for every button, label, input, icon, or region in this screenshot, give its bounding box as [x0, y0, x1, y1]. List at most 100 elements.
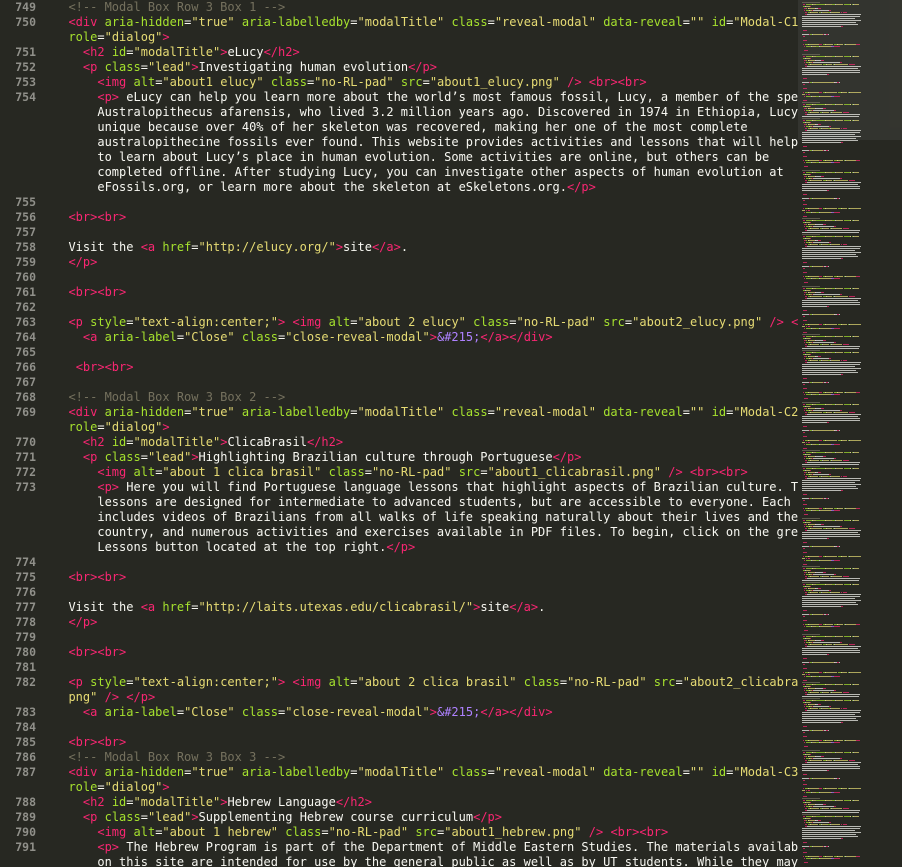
- code-line[interactable]: 752 <p class="lead">Investigating human …: [0, 60, 798, 75]
- minimap-stroke: [803, 316, 806, 317]
- code-line[interactable]: 764 <a aria-label="Close" class="close-r…: [0, 330, 798, 345]
- code-token: aria-labelledby: [241, 405, 351, 419]
- minimap-stroke: [825, 324, 838, 325]
- minimap-stroke: [819, 394, 831, 395]
- code-line[interactable]: 783 <a aria-label="Close" class="close-r…: [0, 705, 798, 720]
- code-editor[interactable]: 749 <!-- Modal Box Row 3 Box 1 --> 750 <d…: [0, 0, 798, 867]
- minimap-stroke: [816, 236, 825, 237]
- code-line[interactable]: 779: [0, 630, 798, 645]
- minimap-stroke: [803, 620, 808, 621]
- minimap-stroke: [802, 188, 860, 189]
- code-line[interactable]: 790 <img alt="about 1 hebrew" class="no-…: [0, 825, 798, 840]
- minimap-stroke: [835, 636, 844, 637]
- code-line[interactable]: 765: [0, 345, 798, 360]
- code-line[interactable]: 763 <p style="text-align:center;"> <img …: [0, 315, 798, 330]
- minimap-stroke: [834, 96, 840, 97]
- minimap-stroke: [810, 686, 811, 687]
- minimap-stroke: [853, 352, 860, 353]
- code-line[interactable]: 781: [0, 660, 798, 675]
- code-line[interactable]: 791 <p> The Hebrew Program is part of th…: [0, 840, 798, 867]
- minimap-stroke: [813, 778, 834, 779]
- code-line[interactable]: 787 <div aria-hidden="true" aria-labelle…: [0, 765, 798, 795]
- code-line[interactable]: 775 <br><br>: [0, 570, 798, 585]
- code-line[interactable]: 754 <p> eLucy can help you learn more ab…: [0, 90, 798, 195]
- minimap-stroke: [825, 352, 832, 353]
- code-line[interactable]: 771 <p class="lead">Highlighting Brazili…: [0, 450, 798, 465]
- minimap-stroke: [858, 856, 861, 857]
- code-line[interactable]: 751 <h2 id="modalTitle">eLucy</h2>: [0, 45, 798, 60]
- line-number: 764: [15, 330, 36, 344]
- code-line[interactable]: 767: [0, 375, 798, 390]
- minimap-stroke: [808, 572, 815, 573]
- code-line[interactable]: 762: [0, 300, 798, 315]
- minimap-stroke: [802, 598, 855, 599]
- code-token: </a></div>: [480, 705, 553, 719]
- code-token: <img: [97, 75, 127, 89]
- code-token: "close-reveal-modal": [285, 705, 430, 719]
- minimap[interactable]: [798, 0, 902, 867]
- code-line[interactable]: 789 <p class="lead">Supplementing Hebrew…: [0, 810, 798, 825]
- code-line[interactable]: 769 <div aria-hidden="true" aria-labelle…: [0, 405, 798, 435]
- code-line[interactable]: 760: [0, 270, 798, 285]
- minimap-stroke: [834, 46, 840, 47]
- code-line[interactable]: 755: [0, 195, 798, 210]
- minimap-stroke: [812, 452, 816, 453]
- minimap-stroke: [802, 558, 806, 559]
- minimap-stroke: [803, 552, 808, 553]
- code-line[interactable]: 774: [0, 555, 798, 570]
- minimap-stroke: [802, 82, 809, 83]
- minimap-stroke: [802, 580, 859, 581]
- minimap-stroke: [825, 468, 832, 469]
- minimap-stroke: [802, 138, 857, 139]
- code-line[interactable]: 770 <h2 id="modalTitle">ClicaBrasil</h2>: [0, 435, 798, 450]
- code-line[interactable]: 777 Visit the <a href="http://laits.utex…: [0, 600, 798, 615]
- minimap-stroke: [803, 100, 808, 101]
- minimap-stroke: [803, 504, 808, 505]
- minimap-stroke: [811, 510, 816, 511]
- minimap-stroke: [807, 326, 810, 327]
- code-line[interactable]: 768 <!-- Modal Box Row 3 Box 2 -->: [0, 390, 798, 405]
- minimap-stroke: [802, 488, 858, 489]
- minimap-stroke: [828, 706, 832, 707]
- code-line[interactable]: 766 <br><br>: [0, 360, 798, 375]
- code-line[interactable]: 756 <br><br>: [0, 210, 798, 225]
- minimap-stroke: [807, 210, 810, 211]
- minimap-stroke: [817, 356, 821, 357]
- minimap-stroke: [816, 700, 825, 701]
- minimap-stroke: [802, 834, 857, 835]
- code-line[interactable]: 778 </p>: [0, 615, 798, 630]
- minimap-stroke: [802, 518, 820, 519]
- code-line[interactable]: 773 <p> Here you will find Portuguese la…: [0, 480, 798, 555]
- code-line[interactable]: 776: [0, 585, 798, 600]
- minimap-stroke: [844, 460, 849, 461]
- code-line[interactable]: 749 <!-- Modal Box Row 3 Box 1 -->: [0, 0, 798, 15]
- code-token: "modalTitle": [357, 15, 445, 29]
- code-line[interactable]: 758 Visit the <a href="http://elucy.org/…: [0, 240, 798, 255]
- code-line[interactable]: 750 <div aria-hidden="true" aria-labelle…: [0, 15, 798, 45]
- code-token: =: [682, 15, 690, 29]
- code-line[interactable]: 784: [0, 720, 798, 735]
- minimap-stroke: [808, 524, 815, 525]
- code-line[interactable]: 772 <img alt = "about 1 clica brasil" clas…: [0, 465, 798, 480]
- code-line[interactable]: 780 <br><br>: [0, 645, 798, 660]
- minimap-stroke: [853, 104, 860, 105]
- code-line[interactable]: 759 </p>: [0, 255, 798, 270]
- minimap-stroke: [858, 740, 861, 741]
- code-line[interactable]: 782 <p style="text-align:center;"> <img …: [0, 675, 798, 705]
- code-line[interactable]: 786 <!-- Modal Box Row 3 Box 3 -->: [0, 750, 798, 765]
- minimap-stroke: [844, 576, 849, 577]
- code-line[interactable]: 761 <br><br>: [0, 285, 798, 300]
- minimap-stroke: [858, 624, 861, 625]
- code-line[interactable]: 788 <h2 id="modalTitle">Hebrew Language<…: [0, 795, 798, 810]
- line-content: <p style="text-align:center;"> <img alt=…: [54, 315, 798, 330]
- minimap-stroke: [802, 718, 857, 719]
- minimap-stroke: [802, 490, 842, 491]
- minimap-stroke: [802, 814, 820, 815]
- code-line[interactable]: 753 <img alt="about1 elucy" class="no-RL…: [0, 75, 798, 90]
- code-line[interactable]: 757: [0, 225, 798, 240]
- minimap-stroke: [835, 352, 844, 353]
- minimap-stroke: [812, 636, 816, 637]
- code-line[interactable]: 785 <br><br>: [0, 735, 798, 750]
